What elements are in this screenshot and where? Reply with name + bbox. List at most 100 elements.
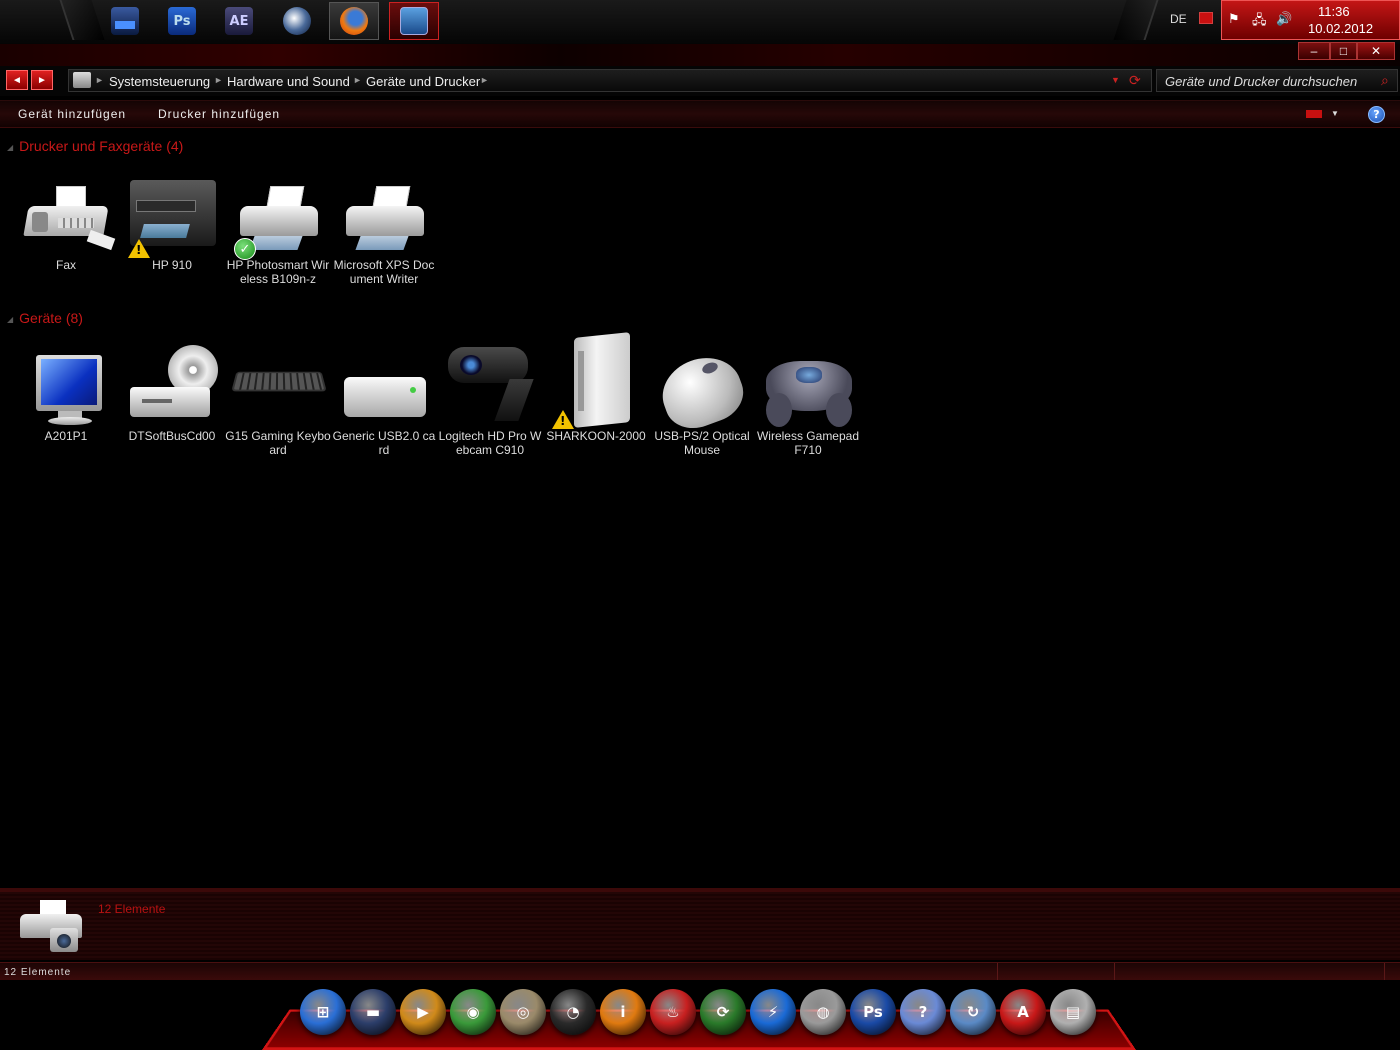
keyboard-icon — [230, 353, 327, 427]
lightning-icon[interactable]: ⚡ — [750, 989, 796, 1035]
breadcrumb-geraete-und-drucker[interactable]: Geräte und Drucker — [366, 74, 480, 89]
keyboard-layout-icon[interactable] — [1199, 12, 1213, 24]
breadcrumb-hardware-und-sound[interactable]: Hardware und Sound — [227, 74, 350, 89]
search-box[interactable]: ⌕ — [1156, 69, 1398, 92]
breadcrumb-separator[interactable]: ► — [214, 75, 223, 85]
fax-icon — [18, 182, 116, 256]
device-label: HP Photosmart Wireless B109n-z — [226, 258, 330, 286]
help-tool-icon[interactable]: ? — [900, 989, 946, 1035]
status-divider — [997, 963, 998, 981]
volume-icon[interactable]: 🔊 — [1276, 11, 1292, 27]
chrome-icon[interactable]: ◉ — [450, 989, 496, 1035]
device-item-optical-mouse[interactable]: USB-PS/2 Optical Mouse — [649, 347, 755, 457]
add-printer-button[interactable]: Drucker hinzufügen — [158, 107, 280, 121]
media-player-icon[interactable]: ▶ — [400, 989, 446, 1035]
fire-icon[interactable]: ♨ — [650, 989, 696, 1035]
device-item-dtsoftbuscd00[interactable]: DTSoftBusCd00 — [119, 343, 225, 443]
device-item-g15-keyboard[interactable]: G15 Gaming Keyboard — [225, 353, 331, 457]
device-label: SHARKOON-2000 — [546, 429, 646, 443]
status-bar: 12 Elemente — [0, 962, 1400, 981]
breadcrumb-separator[interactable]: ► — [480, 75, 489, 85]
device-item-logitech-webcam[interactable]: Logitech HD Pro Webcam C910 — [437, 343, 543, 457]
taskbar-app-window-manager[interactable] — [100, 2, 150, 40]
acrobat-icon[interactable]: A — [1000, 989, 1046, 1035]
clock-date[interactable]: 10.02.2012 — [1308, 21, 1373, 36]
webcam-icon[interactable]: ◍ — [800, 989, 846, 1035]
network-icon[interactable]: 🖧 — [1252, 11, 1267, 33]
maximize-button[interactable]: □ — [1330, 42, 1357, 60]
taskbar-app-explorer[interactable] — [389, 2, 439, 40]
close-button[interactable]: ✕ — [1357, 42, 1395, 60]
refresh-icon[interactable]: ⟳ — [1129, 72, 1141, 89]
taskbar: Ps AE DE ⚑ 🖧 🔊 11:36 10.02.2012 — [0, 0, 1400, 44]
status-divider — [1384, 963, 1385, 981]
device-label: Fax — [55, 258, 76, 272]
taskbar-app-cinema4d[interactable] — [272, 2, 322, 40]
device-label: Wireless Gamepad F710 — [756, 429, 860, 457]
device-item-hp-910[interactable]: HP 910 — [119, 178, 225, 272]
device-item-hp-photosmart[interactable]: ✓ HP Photosmart Wireless B109n-z — [225, 182, 331, 286]
taskbar-left-edge — [59, 0, 105, 40]
photoshop-icon: Ps — [168, 7, 196, 35]
breadcrumb-separator[interactable]: ► — [95, 75, 104, 85]
device-label: Generic USB2.0 card — [332, 429, 436, 457]
breadcrumb[interactable]: ► Systemsteuerung ► Hardware und Sound ►… — [68, 69, 1152, 92]
breadcrumb-separator[interactable]: ► — [353, 75, 362, 85]
window-manager-icon — [111, 7, 139, 35]
printer-icon: ✓ — [230, 182, 326, 260]
printer-camera-icon — [14, 898, 82, 956]
device-item-microsoft-xps[interactable]: Microsoft XPS Document Writer — [331, 182, 437, 286]
group-header-devices[interactable]: ◢ Geräte (8) — [7, 310, 83, 326]
taskbar-app-photoshop[interactable]: Ps — [157, 2, 207, 40]
control-panel-printer-icon — [73, 72, 91, 88]
speedometer-icon[interactable]: ◔ — [550, 989, 596, 1035]
windows-start-icon[interactable]: ⊞ — [300, 989, 346, 1035]
device-item-fax[interactable]: Fax — [13, 182, 119, 272]
window-caption[interactable] — [0, 44, 1400, 66]
add-device-button[interactable]: Gerät hinzufügen — [18, 107, 126, 121]
device-label: A201P1 — [44, 429, 88, 443]
info-icon[interactable]: i — [600, 989, 646, 1035]
device-label: Logitech HD Pro Webcam C910 — [438, 429, 542, 457]
firefox-icon — [340, 7, 368, 35]
cinema4d-icon — [283, 7, 311, 35]
sync-icon[interactable]: ↻ — [950, 989, 996, 1035]
clock-time[interactable]: 11:36 — [1318, 4, 1350, 19]
breadcrumb-systemsteuerung[interactable]: Systemsteuerung — [109, 74, 210, 89]
language-indicator[interactable]: DE — [1170, 12, 1187, 26]
search-input[interactable] — [1165, 73, 1370, 89]
cd-drive-icon — [124, 343, 220, 427]
collapse-arrow-icon[interactable]: ◢ — [7, 143, 13, 152]
back-button[interactable]: ◄ — [6, 70, 28, 90]
after-effects-icon: AE — [225, 7, 253, 35]
default-printer-check-icon: ✓ — [234, 238, 256, 260]
view-options-icon[interactable] — [1306, 110, 1322, 118]
device-item-generic-usb-card[interactable]: Generic USB2.0 card — [331, 353, 437, 457]
monitor-icon — [18, 353, 114, 427]
device-label: DTSoftBusCd00 — [128, 429, 216, 443]
forward-button[interactable]: ► — [31, 70, 53, 90]
status-divider — [1114, 963, 1115, 981]
taskbar-app-firefox[interactable] — [329, 2, 379, 40]
multifunction-printer-icon — [124, 178, 220, 258]
taskbar-app-after-effects[interactable]: AE — [214, 2, 264, 40]
search-icon[interactable]: ⌕ — [1381, 72, 1389, 89]
printer-icon[interactable]: ▤ — [1050, 989, 1096, 1035]
details-item-count: 12 Elemente — [98, 902, 166, 916]
device-item-sharkoon-2000[interactable]: SHARKOON-2000 — [543, 332, 649, 443]
globe-arrow-icon[interactable]: ⟳ — [700, 989, 746, 1035]
view-options-dropdown[interactable]: ▼ — [1331, 109, 1339, 118]
address-history-dropdown[interactable]: ▼ — [1111, 75, 1120, 85]
device-item-a201p1[interactable]: A201P1 — [13, 353, 119, 443]
disc-burner-icon[interactable]: ◎ — [500, 989, 546, 1035]
window-manager-icon[interactable]: ▬ — [350, 989, 396, 1035]
minimize-button[interactable]: – — [1298, 42, 1330, 60]
photoshop-icon[interactable]: Ps — [850, 989, 896, 1035]
usb-drive-icon — [336, 353, 432, 427]
help-button[interactable]: ? — [1368, 106, 1385, 123]
group-header-printers[interactable]: ◢ Drucker und Faxgeräte (4) — [7, 138, 183, 154]
external-drive-icon — [548, 332, 644, 429]
collapse-arrow-icon[interactable]: ◢ — [7, 315, 13, 324]
action-center-flag-icon[interactable]: ⚑ — [1228, 11, 1240, 27]
device-item-wireless-gamepad[interactable]: Wireless Gamepad F710 — [755, 353, 861, 457]
